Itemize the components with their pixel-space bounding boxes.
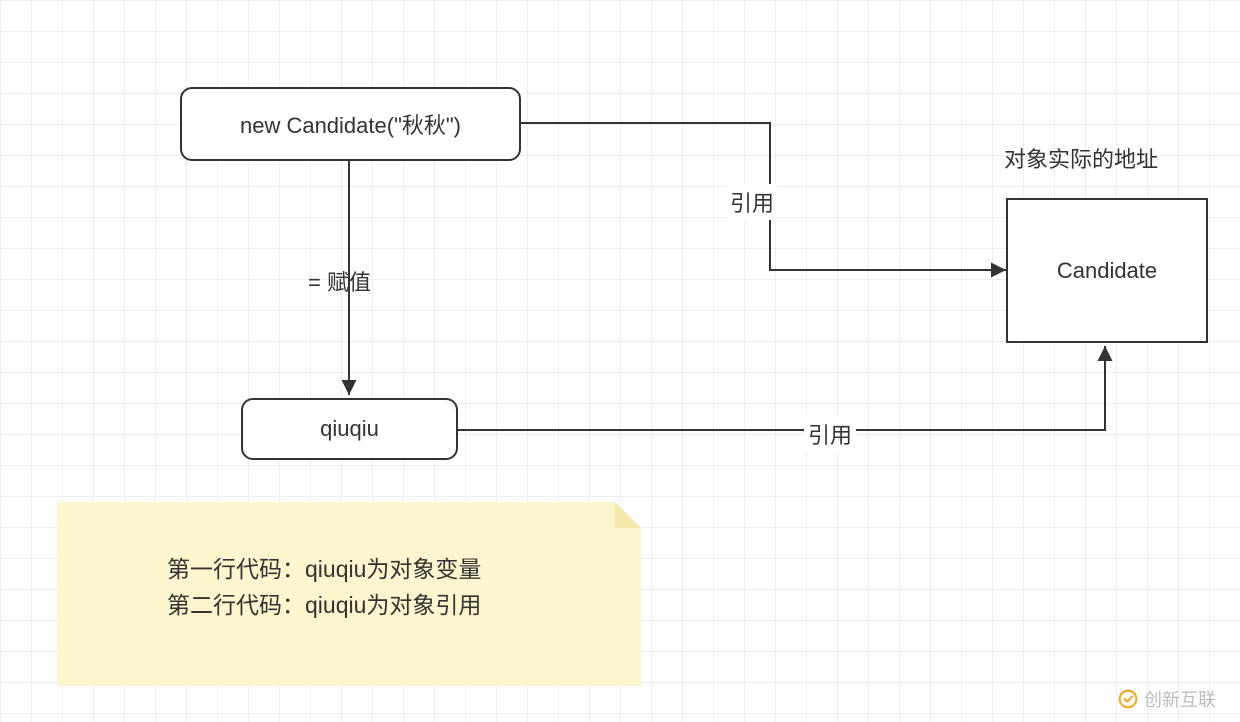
- sticky-note: 第一行代码：qiuqiu为对象变量 第二行代码：qiuqiu为对象引用: [57, 502, 641, 686]
- watermark-logo-icon: [1118, 689, 1138, 709]
- node-variable-text: qiuqiu: [320, 416, 379, 442]
- watermark: 创新互联: [1118, 686, 1216, 712]
- label-actual-address: 对象实际的地址: [1004, 142, 1158, 174]
- label-ref-bottom: 引用: [804, 416, 856, 452]
- note-line-1: 第一行代码：qiuqiu为对象变量: [167, 552, 593, 588]
- node-object: Candidate: [1006, 198, 1208, 343]
- node-object-text: Candidate: [1057, 258, 1157, 284]
- note-line-2: 第二行代码：qiuqiu为对象引用: [167, 588, 593, 624]
- node-constructor-text: new Candidate("秋秋"): [240, 108, 461, 140]
- label-ref-top: 引用: [726, 184, 778, 220]
- node-variable: qiuqiu: [241, 398, 458, 460]
- note-fold-icon: [615, 502, 641, 528]
- node-constructor: new Candidate("秋秋"): [180, 87, 521, 161]
- watermark-text: 创新互联: [1144, 686, 1216, 712]
- label-assign: = 赋值: [308, 265, 371, 297]
